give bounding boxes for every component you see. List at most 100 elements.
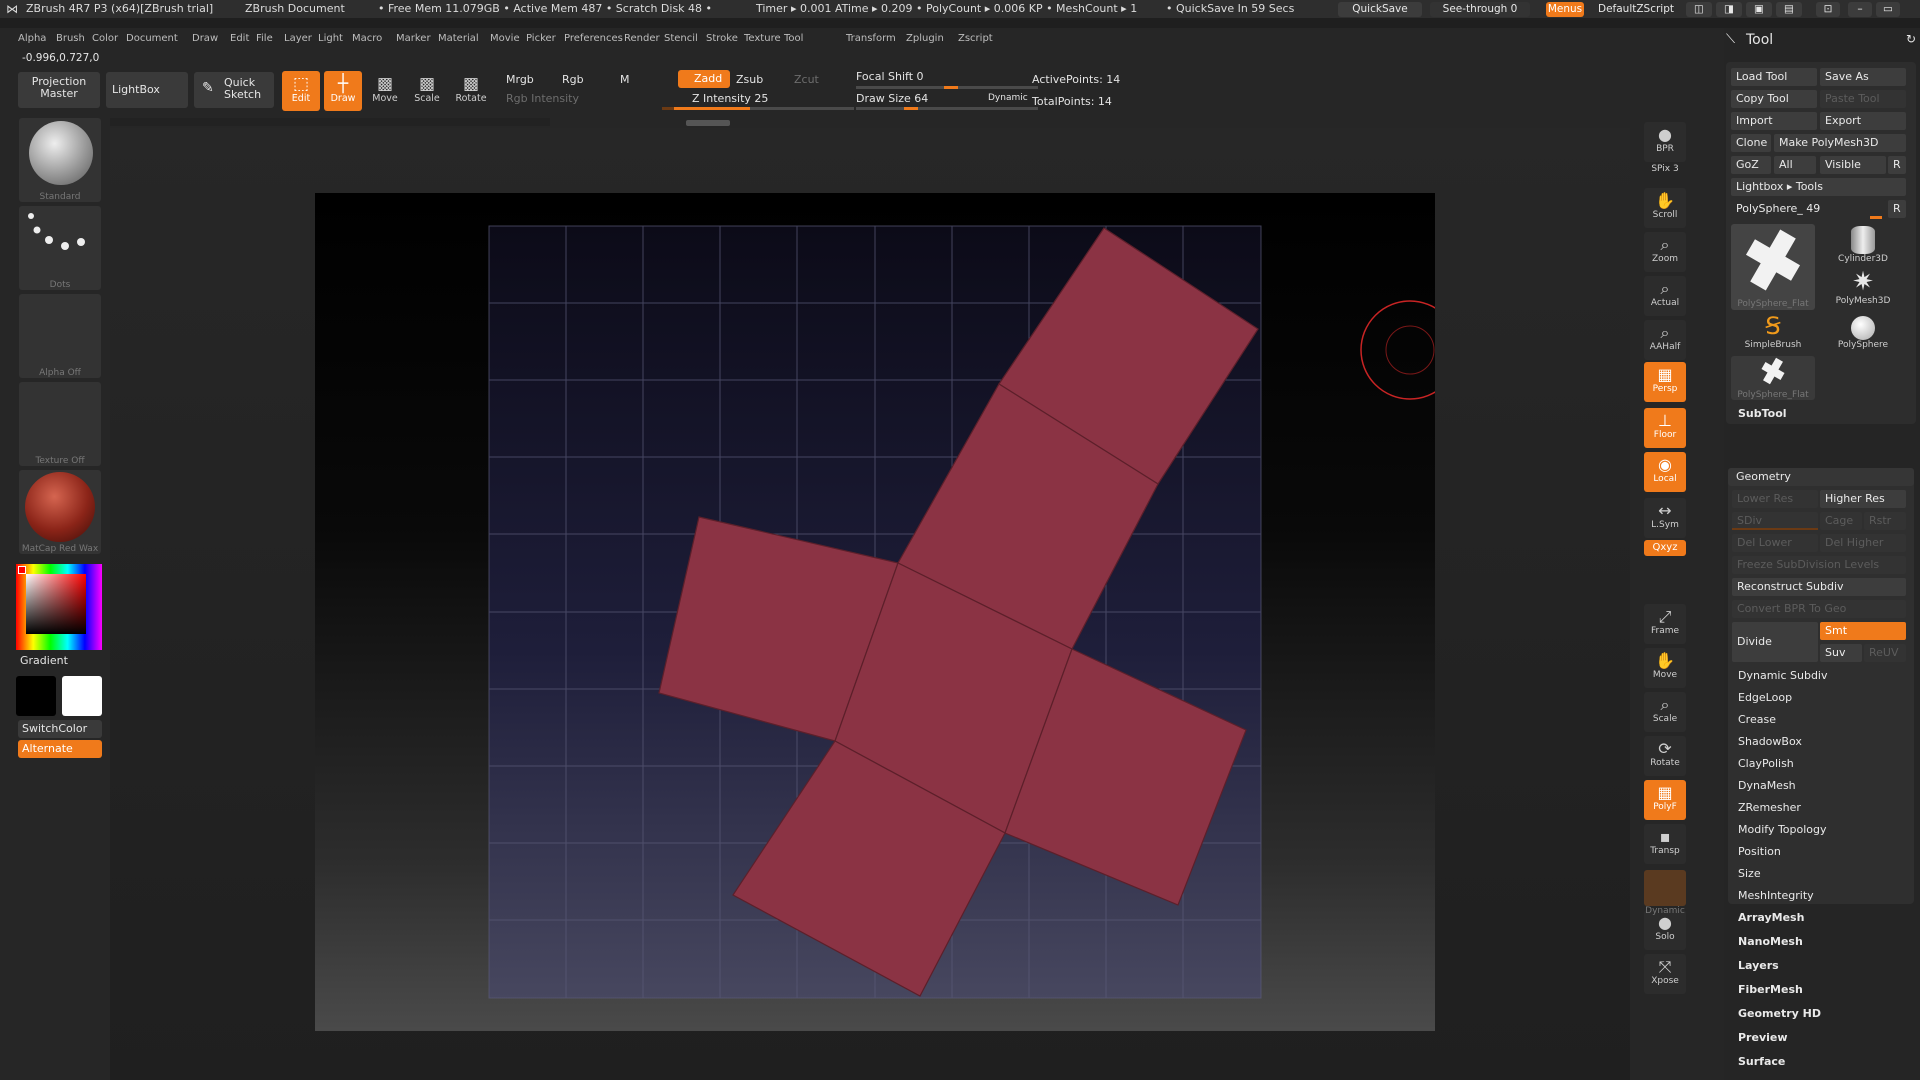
focal-shift-slider[interactable]: Focal Shift 0 <box>856 70 924 83</box>
secondary-color-swatch[interactable] <box>62 676 102 716</box>
menus-button[interactable]: Menus <box>1546 2 1584 17</box>
shelf-bpr-button[interactable]: ● BPR <box>1644 122 1686 162</box>
goz-button[interactable]: GoZ <box>1731 156 1771 174</box>
z-intensity-slider[interactable]: Z Intensity 25 <box>692 92 768 105</box>
del-higher-button[interactable]: Del Higher <box>1820 534 1906 552</box>
suv-toggle[interactable]: Suv <box>1820 644 1862 662</box>
reuv-toggle[interactable]: ReUV <box>1864 644 1906 662</box>
tool-thumb-cylinder3d[interactable]: Cylinder3D <box>1820 224 1906 268</box>
rstr-button[interactable]: Rstr <box>1864 512 1906 530</box>
menu-tool[interactable]: Tool <box>784 33 803 44</box>
menu-zplugin[interactable]: Zplugin <box>906 33 944 44</box>
higher-res-button[interactable]: Higher Res <box>1820 490 1906 508</box>
default-zscript-button[interactable]: DefaultZScript <box>1588 2 1684 17</box>
goz-all-button[interactable]: All <box>1774 156 1816 174</box>
scale-mode-button[interactable]: ▩ Scale <box>408 71 446 111</box>
shelf-aahalf-button[interactable]: ⌕ AAHalf <box>1644 320 1686 360</box>
move-mode-button[interactable]: ▩ Move <box>366 71 404 111</box>
visible-button[interactable]: Visible <box>1820 156 1886 174</box>
menu-stencil[interactable]: Stencil <box>664 33 698 44</box>
geometry-size-section[interactable]: Size <box>1730 864 1910 884</box>
tool-thumb-simplebrush[interactable]: Ꞩ SimpleBrush <box>1731 312 1815 356</box>
brush-thumbnail[interactable]: Standard <box>19 118 101 202</box>
lock-icon[interactable]: ⊡ <box>1816 2 1840 17</box>
shelf-floor-button[interactable]: ⊥ Floor <box>1644 408 1686 448</box>
color-square[interactable] <box>26 574 86 634</box>
subtool-section[interactable]: SubTool <box>1730 404 1914 424</box>
geometry-shadowbox-section[interactable]: ShadowBox <box>1730 732 1910 752</box>
smt-toggle[interactable]: Smt <box>1820 622 1906 640</box>
reconstruct-subdiv-button[interactable]: Reconstruct Subdiv <box>1732 578 1906 596</box>
edit-mode-button[interactable]: ⬚ Edit <box>282 71 320 111</box>
layout-icon[interactable]: ◫ <box>1686 2 1712 17</box>
geometry-crease-section[interactable]: Crease <box>1730 710 1910 730</box>
geometry-dynamesh-section[interactable]: DynaMesh <box>1730 776 1910 796</box>
shelf-dynamic-button[interactable]: Dynamic <box>1644 870 1686 916</box>
quicksave-button[interactable]: QuickSave <box>1338 2 1422 17</box>
del-lower-button[interactable]: Del Lower <box>1732 534 1818 552</box>
shelf-polyf-button[interactable]: ▦ PolyF <box>1644 780 1686 820</box>
preview-section[interactable]: Preview <box>1730 1028 1914 1048</box>
copy-tool-button[interactable]: Copy Tool <box>1731 90 1817 108</box>
geometry-hd-section[interactable]: Geometry HD <box>1730 1004 1914 1024</box>
shelf-l-sym-button[interactable]: ↔ L.Sym <box>1644 498 1686 538</box>
menu-edit[interactable]: Edit <box>230 33 249 44</box>
menu-draw[interactable]: Draw <box>192 33 218 44</box>
pin-icon[interactable]: ⟍ <box>1726 32 1735 47</box>
visible-r-button[interactable]: R <box>1888 156 1906 174</box>
paste-tool-button[interactable]: Paste Tool <box>1820 90 1906 108</box>
menu-render[interactable]: Render <box>624 33 660 44</box>
geometry-zremesher-section[interactable]: ZRemesher <box>1730 798 1910 818</box>
tool-thumb-polysphere-flat[interactable]: PolySphere_Flat <box>1731 224 1815 310</box>
surface-section[interactable]: Surface <box>1730 1052 1914 1072</box>
minimize-icon[interactable]: – <box>1848 2 1872 17</box>
geometry-dynamic-subdiv-section[interactable]: Dynamic Subdiv <box>1730 666 1910 686</box>
draw-size-track[interactable] <box>856 107 1038 110</box>
color-marker[interactable] <box>18 566 26 574</box>
layers-section[interactable]: Layers <box>1730 956 1914 976</box>
window-alt-icon[interactable]: ▤ <box>1776 2 1802 17</box>
lower-res-button[interactable]: Lower Res <box>1732 490 1818 508</box>
menu-transform[interactable]: Transform <box>846 33 896 44</box>
current-tool-slider-knob[interactable] <box>1870 216 1882 219</box>
nanomesh-section[interactable]: NanoMesh <box>1730 932 1914 952</box>
menu-stroke[interactable]: Stroke <box>706 33 738 44</box>
shelf-xpose-button[interactable]: ⤧ Xpose <box>1644 954 1686 994</box>
make-polymesh-button[interactable]: Make PolyMesh3D <box>1774 134 1906 152</box>
document-canvas[interactable] <box>315 193 1460 1031</box>
menu-material[interactable]: Material <box>438 33 479 44</box>
gradient-label[interactable]: Gradient <box>20 654 68 667</box>
menu-alpha[interactable]: Alpha <box>18 33 46 44</box>
cage-button[interactable]: Cage <box>1820 512 1862 530</box>
zcut-button[interactable]: Zcut <box>794 73 819 86</box>
alternate-button[interactable]: Alternate <box>18 740 102 758</box>
switch-color-button[interactable]: SwitchColor <box>18 720 102 738</box>
zadd-button[interactable]: Zadd <box>678 70 730 88</box>
scroll-handle[interactable] <box>686 120 730 126</box>
geometry-position-section[interactable]: Position <box>1730 842 1910 862</box>
zsub-button[interactable]: Zsub <box>736 73 763 86</box>
menu-zscript[interactable]: Zscript <box>958 33 993 44</box>
shelf-move-button[interactable]: ✋ Move <box>1644 648 1686 688</box>
quick-sketch-button[interactable]: ✎ Quick Sketch <box>194 72 274 108</box>
stroke-thumbnail[interactable]: Dots <box>19 206 101 290</box>
menu-color[interactable]: Color <box>92 33 118 44</box>
alpha-thumbnail[interactable]: Alpha Off <box>19 294 101 378</box>
draw-size-slider[interactable]: Draw Size 64 <box>856 92 928 105</box>
draw-mode-button[interactable]: ┼ Draw <box>324 71 362 111</box>
shelf-xyz-button[interactable]: Qxyz <box>1644 540 1686 556</box>
shelf-persp-button[interactable]: ▦ Persp <box>1644 362 1686 402</box>
geometry-edgeloop-section[interactable]: EdgeLoop <box>1730 688 1910 708</box>
color-picker[interactable] <box>16 564 102 650</box>
primary-color-swatch[interactable] <box>16 676 56 716</box>
window-icon[interactable]: ▣ <box>1746 2 1772 17</box>
menu-light[interactable]: Light <box>318 33 343 44</box>
menu-movie[interactable]: Movie <box>490 33 520 44</box>
shelf-frame-button[interactable]: ⤢ Frame <box>1644 604 1686 644</box>
freeze-subdivision-button[interactable]: Freeze SubDivision Levels <box>1732 556 1906 574</box>
rotate-mode-button[interactable]: ▩ Rotate <box>452 71 490 111</box>
rgb-button[interactable]: Rgb <box>562 73 584 86</box>
projection-master-button[interactable]: Projection Master <box>18 72 100 108</box>
menu-macro[interactable]: Macro <box>352 33 382 44</box>
z-intensity-track[interactable] <box>674 107 854 110</box>
